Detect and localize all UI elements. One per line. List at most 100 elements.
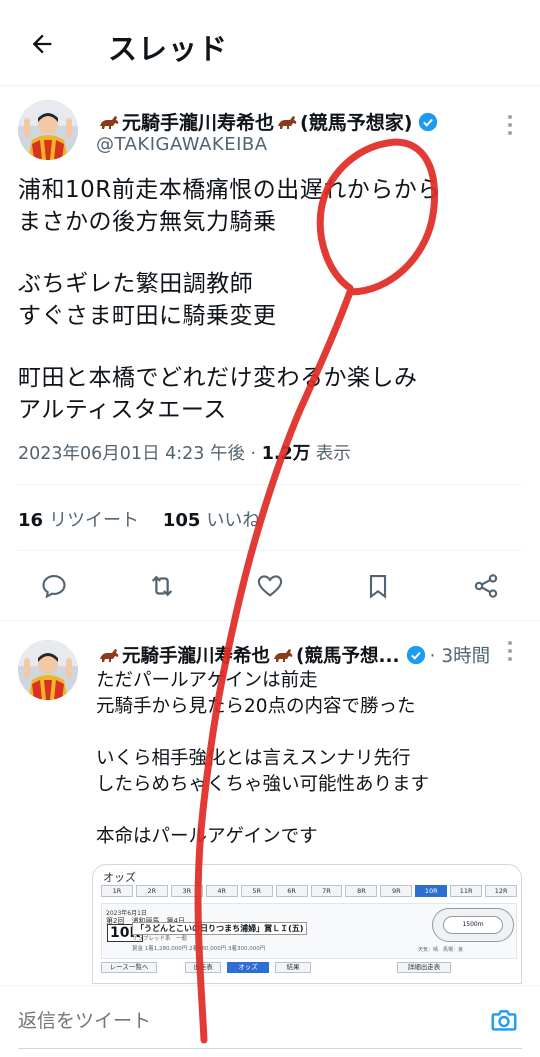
dot-icon [508, 649, 512, 653]
like-button[interactable] [252, 568, 288, 604]
camera-button[interactable] [486, 1002, 522, 1038]
race-prize: 賞金 1着1,280,000円 2着480,000円 3着300,000円 [132, 946, 266, 952]
dot-icon [508, 131, 512, 135]
reply-line: したらめちゃくちゃ強い可能性あります [96, 774, 430, 795]
tweet-meta: 2023年06月01日 4:23 午後 · 1.2万 表示 [18, 440, 351, 465]
reply-line: いくら相手強化とは言えスンナリ先行 [96, 748, 411, 769]
horse-icon [278, 115, 297, 129]
tweet-stats: 16 リツイート 105 いいね [18, 506, 278, 532]
tweet-line: まさかの後方無気力騎乗 [18, 209, 277, 235]
author-name-suffix: (競馬予想家) [300, 112, 413, 134]
horse-icon [100, 649, 119, 662]
retweet-button[interactable] [144, 568, 180, 604]
race-tab: 2R [135, 885, 168, 897]
horse-icon [100, 115, 119, 129]
page-title: スレッド [108, 32, 229, 66]
reply-time[interactable]: · 3時間 [430, 642, 491, 668]
author-handle[interactable]: @TAKIGAWAKEIBA [96, 134, 268, 155]
avatar-photo [18, 640, 78, 700]
result-button: 結果 [275, 962, 311, 973]
verified-badge-icon [419, 112, 438, 131]
likes-count: 105 [162, 510, 201, 531]
race-tabs: 1R 2R 3R 4R 5R 6R 7R 8R 9R 10R 11R 12R [101, 885, 518, 897]
share-icon [474, 574, 498, 598]
compose-underline [18, 1048, 522, 1049]
race-list-button: レース一覧へ [101, 962, 157, 973]
arrow-left-icon [32, 34, 52, 54]
views-count: 1.2万 [261, 444, 311, 464]
race-tab: 12R [485, 885, 518, 897]
retweets-count: 16 [18, 510, 44, 531]
dot-icon [508, 657, 512, 661]
author-name-row[interactable]: 元騎手瀧川寿希也 (競馬予想家) [96, 108, 438, 135]
reply-icon [42, 575, 66, 599]
race-tab: 6R [275, 885, 308, 897]
entry-table-button: 出走表 [185, 962, 221, 973]
media-button-row: レース一覧へ 出走表 オッズ 結果 詳細出走表 [101, 962, 517, 974]
back-button[interactable] [24, 26, 60, 62]
race-tab: 5R [240, 885, 273, 897]
reply-line: 本命はパールアゲインです [96, 826, 318, 847]
camera-icon [491, 1010, 517, 1031]
race-tab: 7R [310, 885, 343, 897]
race-tab: 9R [380, 885, 413, 897]
race-info: 2023年6月1日 第2回 浦和競馬 第4日 10R 「うどんとこいの日りつまち… [101, 903, 517, 959]
tweet-line-break [18, 238, 518, 268]
reply-line: ただパールアゲインは前走 [96, 670, 318, 691]
reply-compose-bar [0, 985, 540, 1057]
race-tab-active: 10R [415, 885, 448, 897]
divider [18, 550, 522, 551]
views-label: 表示 [315, 444, 351, 464]
race-tab: 8R [345, 885, 378, 897]
reply-line: 元騎手から見たら20点の内容で勝った [96, 696, 416, 717]
likes-label: いいね [206, 510, 261, 531]
track-label: 1500m [443, 916, 503, 934]
tweet-line: ぶちギレた繁田調教師 [18, 271, 254, 297]
divider [18, 484, 522, 485]
media-attachment[interactable]: オッズ 1R 2R 3R 4R 5R 6R 7R 8R 9R 10R 11R 1… [92, 864, 522, 984]
tweet-line: すぐさま町田に騎乗変更 [18, 303, 277, 329]
horse-icon [274, 649, 293, 662]
race-conditions: 天気：晴 馬場：良 [418, 947, 464, 953]
tweet-line: アルティスタエース [18, 397, 227, 423]
tweet-line: 浦和10R前走本橋痛恨の出遅れからから [18, 177, 441, 203]
share-button[interactable] [468, 568, 504, 604]
more-options-button[interactable] [498, 110, 522, 140]
heart-icon [257, 575, 283, 597]
reply-author-suffix: (競馬予想... [296, 646, 400, 667]
verified-badge-icon [406, 645, 425, 665]
tweet-actions [0, 556, 540, 618]
reply-button[interactable] [36, 568, 72, 604]
race-tab: 4R [205, 885, 238, 897]
likes-stat[interactable]: 105 いいね [163, 510, 261, 531]
retweets-stat[interactable]: 16 リツイート [18, 510, 139, 531]
tweet-timestamp[interactable]: 2023年06月01日 4:23 午後 · [18, 444, 262, 464]
reply-more-options-button[interactable] [498, 636, 522, 666]
reply-input[interactable] [18, 996, 438, 1046]
reply-text: ただパールアゲインは前走 元騎手から見たら20点の内容で勝った いくら相手強化と… [96, 668, 516, 850]
odds-button: オッズ [227, 962, 269, 973]
race-tab: 1R [101, 885, 133, 897]
reply-line-break [96, 798, 516, 824]
retweet-icon [151, 575, 173, 597]
race-tab: 3R [170, 885, 203, 897]
dot-icon [508, 123, 512, 127]
dot-icon [508, 115, 512, 119]
reply-author-name: 元騎手瀧川寿希也 [122, 646, 271, 667]
reply-avatar[interactable] [18, 640, 78, 700]
reply-author-row[interactable]: 元騎手瀧川寿希也 (競馬予想... · 3時間 [96, 642, 490, 668]
tweet-text: 浦和10R前走本橋痛恨の出遅れからから まさかの後方無気力騎乗 ぶちギレた繁田調… [18, 174, 518, 426]
tweet-line-break [18, 332, 518, 362]
race-class: サラブレッド系 一般 [132, 936, 188, 942]
avatar[interactable] [18, 100, 78, 160]
media-title: オッズ [103, 871, 136, 884]
bookmark-button[interactable] [360, 568, 396, 604]
bookmark-icon [369, 575, 387, 599]
detail-button: 詳細出走表 [397, 962, 451, 973]
divider [0, 620, 540, 621]
author-name: 元騎手瀧川寿希也 [122, 112, 275, 134]
tweet-line: 町田と本橋でどれだけ変わるか楽しみ [18, 365, 418, 391]
retweets-label: リツイート [49, 510, 140, 531]
race-tab: 11R [450, 885, 483, 897]
avatar-photo [18, 100, 78, 160]
